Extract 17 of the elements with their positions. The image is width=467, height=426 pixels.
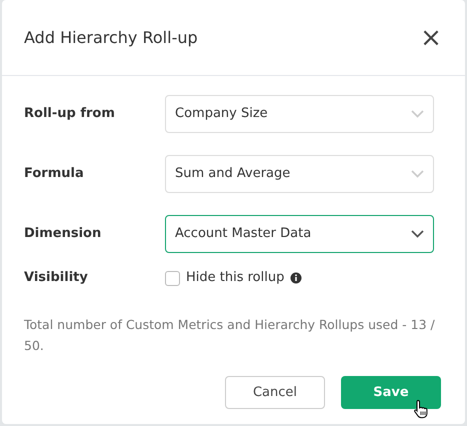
field-label: Dimension <box>24 225 102 244</box>
cancel-button[interactable]: Cancel <box>225 376 325 409</box>
dropdown-field[interactable]: Company Size <box>165 95 434 133</box>
info-icon <box>290 272 302 284</box>
chevron-down-icon <box>411 170 424 178</box>
chevron-down-icon <box>411 110 424 118</box>
dropdown-field[interactable]: Sum and Average <box>165 155 434 193</box>
field-label: Formula <box>24 165 85 184</box>
field-label: Roll-up from <box>24 105 116 124</box>
checkbox[interactable] <box>165 270 180 286</box>
chevron-down-icon <box>411 230 424 238</box>
dropdown-field[interactable]: Account Master Data <box>165 215 434 253</box>
usage-note: Total number of Custom Metrics and Hierarchy Rollups used - 13 / 50. <box>24 316 436 355</box>
checkbox-label[interactable]: Hide this rollup <box>186 268 284 288</box>
dialog-title: Add Hierarchy Roll-up <box>24 26 198 48</box>
close-button[interactable]: × <box>419 24 443 52</box>
field-label: Visibility <box>24 269 89 288</box>
